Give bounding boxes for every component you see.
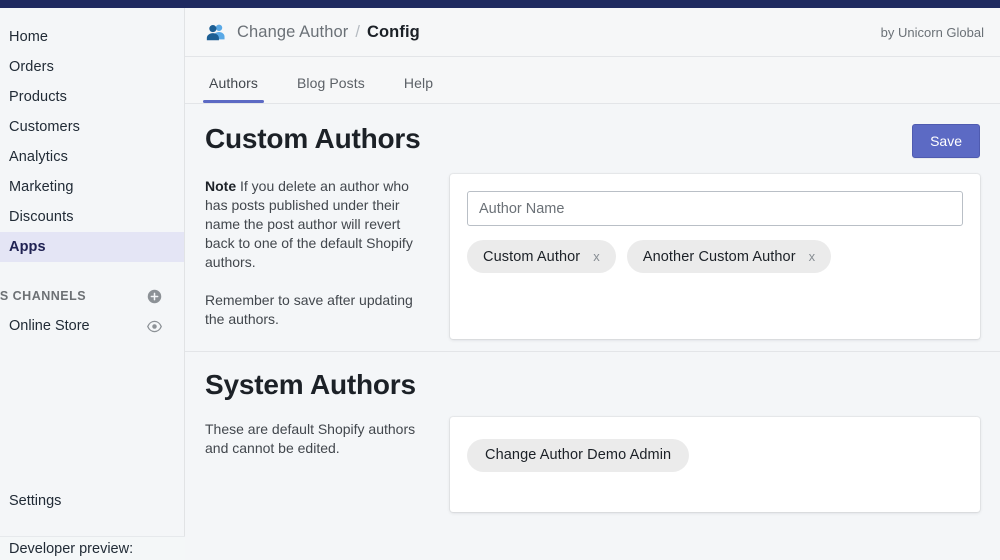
system-authors-header: System Authors [205,369,980,401]
app-frame: Home Orders Products Customers Analytics… [0,8,1000,560]
system-authors-section: System Authors These are default Shopify… [185,351,1000,512]
custom-authors-note: Note If you delete an author who has pos… [205,174,450,329]
page-title: Custom Authors [205,123,421,154]
sidebar-item-label: Settings [9,493,62,509]
breadcrumb-current-page: Config [366,22,420,41]
sidebar-item-products[interactable]: Products [0,82,184,112]
system-authors-title: System Authors [205,369,416,401]
tag-label: Change Author Demo Admin [485,447,672,464]
breadcrumb-app-name[interactable]: Change Author [237,23,348,42]
tag-label: Another Custom Author [642,248,796,265]
custom-authors-header: Custom Authors Save [205,123,980,159]
system-authors-note: These are default Shopify authors and ca… [205,417,450,458]
sidebar-item-label: Orders [9,59,54,75]
developer-preview-bar: Developer preview: [0,536,185,560]
sidebar-item-label: Analytics [9,149,68,165]
sidebar-section-label: ES CHANNELS [0,289,87,303]
tab-label: Authors [209,75,258,91]
developer-preview-label: Developer preview: [9,540,134,557]
sidebar-section-sales-channels: ES CHANNELS [0,281,184,311]
sidebar-item-analytics[interactable]: Analytics [0,142,184,172]
sidebar-item-orders[interactable]: Orders [0,52,184,82]
custom-authors-columns: Note If you delete an author who has pos… [205,174,980,340]
tab-bar: Authors Blog Posts Help [185,57,1000,104]
system-authors-card: Change Author Demo Admin [450,416,980,512]
two-people-icon [205,21,227,43]
sidebar: Home Orders Products Customers Analytics… [0,8,185,560]
system-author-tag: Change Author Demo Admin [467,438,690,472]
plus-circle-icon[interactable] [147,289,162,304]
custom-author-tag-list: Custom Author x Another Custom Author x [467,240,963,274]
sidebar-item-discounts[interactable]: Discounts [0,202,184,232]
sidebar-item-online-store[interactable]: Online Store [0,311,184,341]
top-navy-bar [0,0,1000,8]
eye-icon[interactable] [147,319,162,334]
custom-author-tag[interactable]: Custom Author x [467,240,616,274]
note-secondary: Remember to save after updating the auth… [205,292,413,328]
app-header: Change Author / Config by Unicorn Global [185,8,1000,57]
system-authors-columns: These are default Shopify authors and ca… [205,416,980,512]
main-content: Change Author / Config by Unicorn Global… [185,8,1000,560]
system-author-tag-list: Change Author Demo Admin [467,438,963,472]
app-byline: by Unicorn Global [880,24,984,40]
sidebar-item-customers[interactable]: Customers [0,112,184,142]
note-label: Note [205,178,237,195]
system-note-text: These are default Shopify authors and ca… [205,420,416,456]
sidebar-item-settings[interactable]: Settings [0,486,185,516]
note-primary: Note If you delete an author who has pos… [205,177,432,272]
sidebar-item-label: Marketing [9,179,74,195]
author-name-input[interactable] [467,191,963,227]
sidebar-item-home[interactable]: Home [0,22,184,52]
tab-blog-posts[interactable]: Blog Posts [293,75,369,103]
custom-authors-card: Custom Author x Another Custom Author x [450,174,980,340]
sidebar-item-label: Discounts [9,209,74,225]
sidebar-item-marketing[interactable]: Marketing [0,172,184,202]
remove-tag-icon[interactable]: x [809,250,816,263]
remove-tag-icon[interactable]: x [593,250,600,263]
custom-author-tag[interactable]: Another Custom Author x [626,240,832,274]
sidebar-item-label: Customers [9,119,80,135]
breadcrumb-separator: / [355,22,360,41]
tag-label: Custom Author [483,248,581,265]
tab-help[interactable]: Help [400,75,437,103]
sidebar-item-label: Home [9,29,49,45]
tab-authors[interactable]: Authors [203,75,264,103]
sidebar-item-label: Apps [9,239,46,255]
custom-authors-section: Custom Authors Save Note If you delete a… [185,104,1000,340]
tab-label: Blog Posts [296,75,365,91]
note-body: If you delete an author who has posts pu… [205,178,413,271]
sidebar-item-apps[interactable]: Apps [0,232,184,262]
sidebar-item-label: Online Store [9,318,90,334]
sidebar-item-label: Products [9,89,68,105]
save-button[interactable]: Save [912,124,980,159]
tab-label: Help [403,75,434,91]
